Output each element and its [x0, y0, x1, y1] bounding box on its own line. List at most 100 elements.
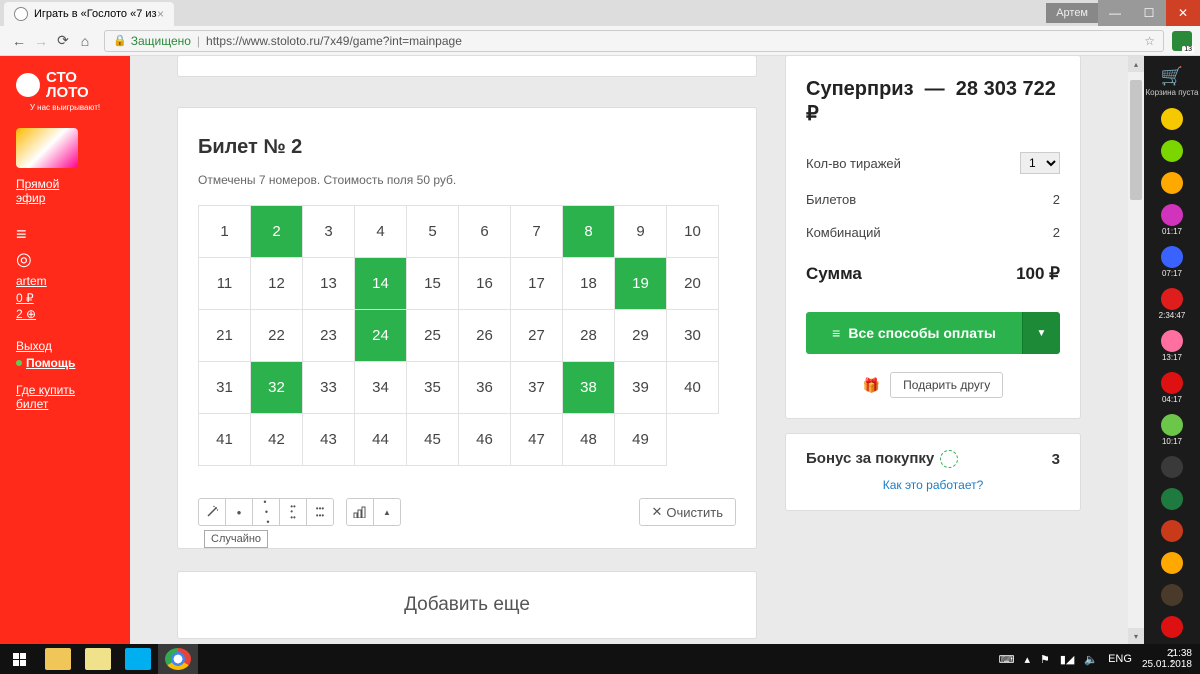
number-cell-2[interactable]: 2 — [251, 206, 303, 258]
tray-language[interactable]: ENG — [1108, 653, 1132, 665]
number-cell-16[interactable]: 16 — [459, 258, 511, 310]
browser-tab[interactable]: Играть в «Гослото «7 из × — [4, 2, 174, 26]
number-cell-17[interactable]: 17 — [511, 258, 563, 310]
balance-link[interactable]: 0 ₽ — [0, 290, 130, 306]
promo-thumbnail[interactable] — [16, 128, 78, 168]
number-cell-18[interactable]: 18 — [563, 258, 615, 310]
logo[interactable]: СТОЛОТО — [0, 70, 130, 103]
extension-icon[interactable]: 13 — [1172, 31, 1192, 51]
tray-keyboard-icon[interactable]: ⌨ — [999, 653, 1015, 666]
number-cell-32[interactable]: 32 — [251, 362, 303, 414]
number-cell-9[interactable]: 9 — [615, 206, 667, 258]
random-wand-button[interactable] — [198, 498, 226, 526]
number-cell-25[interactable]: 25 — [407, 310, 459, 362]
rail-game-7[interactable]: 04:17 — [1159, 372, 1186, 404]
draws-select[interactable]: 1 — [1020, 152, 1060, 174]
rail-game-10[interactable] — [1159, 488, 1186, 510]
stats-dropdown-button[interactable]: ▲ — [373, 498, 401, 526]
number-cell-24[interactable]: 24 — [355, 310, 407, 362]
stats-button[interactable] — [346, 498, 374, 526]
bookmark-star-icon[interactable]: ☆ — [1144, 34, 1155, 48]
number-cell-3[interactable]: 3 — [303, 206, 355, 258]
taskbar-app-skype[interactable] — [118, 644, 158, 674]
number-cell-11[interactable]: 11 — [199, 258, 251, 310]
window-close-button[interactable]: ✕ — [1166, 0, 1200, 26]
number-cell-13[interactable]: 13 — [303, 258, 355, 310]
taskbar-app-notepad[interactable] — [78, 644, 118, 674]
rail-game-0[interactable] — [1159, 108, 1186, 130]
number-cell-38[interactable]: 38 — [563, 362, 615, 414]
dice-6-button[interactable]: •••••• — [306, 498, 334, 526]
number-cell-21[interactable]: 21 — [199, 310, 251, 362]
start-button[interactable] — [0, 644, 38, 674]
tickets-count-link[interactable]: 2 ⊕ — [0, 306, 130, 322]
number-cell-36[interactable]: 36 — [459, 362, 511, 414]
rail-game-14[interactable] — [1159, 616, 1186, 638]
number-cell-10[interactable]: 10 — [667, 206, 719, 258]
number-cell-40[interactable]: 40 — [667, 362, 719, 414]
taskbar-app-chrome-active[interactable] — [158, 644, 198, 674]
taskbar-app-explorer[interactable] — [38, 644, 78, 674]
rail-game-5[interactable]: 2:34:47 — [1159, 288, 1186, 320]
tray-clock[interactable]: 21:3825.01.2018 — [1142, 648, 1192, 670]
username-link[interactable]: artem — [0, 272, 130, 290]
number-cell-48[interactable]: 48 — [563, 414, 615, 466]
gift-button[interactable]: Подарить другу — [890, 372, 1003, 398]
number-cell-19[interactable]: 19 — [615, 258, 667, 310]
menu-icon[interactable]: ≡ — [0, 222, 130, 247]
rail-game-4[interactable]: 07:17 — [1159, 246, 1186, 278]
chrome-user-label[interactable]: Артем — [1046, 3, 1098, 23]
pay-main[interactable]: ≡Все способы оплаты — [806, 312, 1022, 354]
number-cell-20[interactable]: 20 — [667, 258, 719, 310]
tray-chevron-icon[interactable]: ▴ — [1024, 653, 1030, 666]
logout-link[interactable]: Выход — [0, 338, 130, 354]
scroll-down-button[interactable]: ▾ — [1128, 628, 1144, 644]
number-cell-27[interactable]: 27 — [511, 310, 563, 362]
tray-flag-icon[interactable]: ⚑ — [1040, 653, 1050, 666]
rail-game-2[interactable] — [1159, 172, 1186, 194]
window-minimize-button[interactable]: ― — [1098, 0, 1132, 26]
number-cell-43[interactable]: 43 — [303, 414, 355, 466]
number-cell-29[interactable]: 29 — [615, 310, 667, 362]
user-icon[interactable]: ◎ — [0, 247, 130, 272]
live-stream-link[interactable]: Прямойэфир — [0, 176, 130, 206]
number-cell-22[interactable]: 22 — [251, 310, 303, 362]
nav-reload-icon[interactable]: ⟳ — [52, 32, 74, 49]
tab-close-icon[interactable]: × — [157, 7, 164, 21]
number-cell-49[interactable]: 49 — [615, 414, 667, 466]
rail-game-11[interactable] — [1159, 520, 1186, 542]
rail-game-1[interactable] — [1159, 140, 1186, 162]
rail-game-9[interactable] — [1159, 456, 1186, 478]
number-cell-14[interactable]: 14 — [355, 258, 407, 310]
dice-5-button[interactable]: ••••• — [279, 498, 307, 526]
clear-button[interactable]: ✕ Очистить — [639, 498, 737, 526]
number-cell-4[interactable]: 4 — [355, 206, 407, 258]
number-cell-26[interactable]: 26 — [459, 310, 511, 362]
number-cell-41[interactable]: 41 — [199, 414, 251, 466]
dice-3-button[interactable]: • • • — [252, 498, 280, 526]
where-to-buy-link[interactable]: Где купитьбилет — [0, 382, 130, 412]
pay-button[interactable]: ≡Все способы оплаты ▼ — [806, 312, 1060, 354]
tray-volume-icon[interactable]: 🔈 — [1084, 653, 1098, 666]
window-maximize-button[interactable]: ☐ — [1132, 0, 1166, 26]
number-cell-42[interactable]: 42 — [251, 414, 303, 466]
help-link[interactable]: Помощь — [0, 354, 130, 372]
number-cell-39[interactable]: 39 — [615, 362, 667, 414]
scroll-up-button[interactable]: ▴ — [1128, 56, 1144, 72]
number-cell-37[interactable]: 37 — [511, 362, 563, 414]
nav-home-icon[interactable]: ⌂ — [74, 33, 96, 49]
rail-game-6[interactable]: 13:17 — [1159, 330, 1186, 362]
number-cell-23[interactable]: 23 — [303, 310, 355, 362]
rail-game-12[interactable] — [1159, 552, 1186, 574]
dice-1-button[interactable]: • — [225, 498, 253, 526]
add-ticket-button[interactable]: Добавить еще — [177, 571, 757, 639]
number-cell-15[interactable]: 15 — [407, 258, 459, 310]
rail-game-3[interactable]: 01:17 — [1159, 204, 1186, 236]
number-cell-5[interactable]: 5 — [407, 206, 459, 258]
number-cell-34[interactable]: 34 — [355, 362, 407, 414]
number-cell-46[interactable]: 46 — [459, 414, 511, 466]
number-cell-45[interactable]: 45 — [407, 414, 459, 466]
number-cell-47[interactable]: 47 — [511, 414, 563, 466]
number-cell-30[interactable]: 30 — [667, 310, 719, 362]
number-cell-1[interactable]: 1 — [199, 206, 251, 258]
